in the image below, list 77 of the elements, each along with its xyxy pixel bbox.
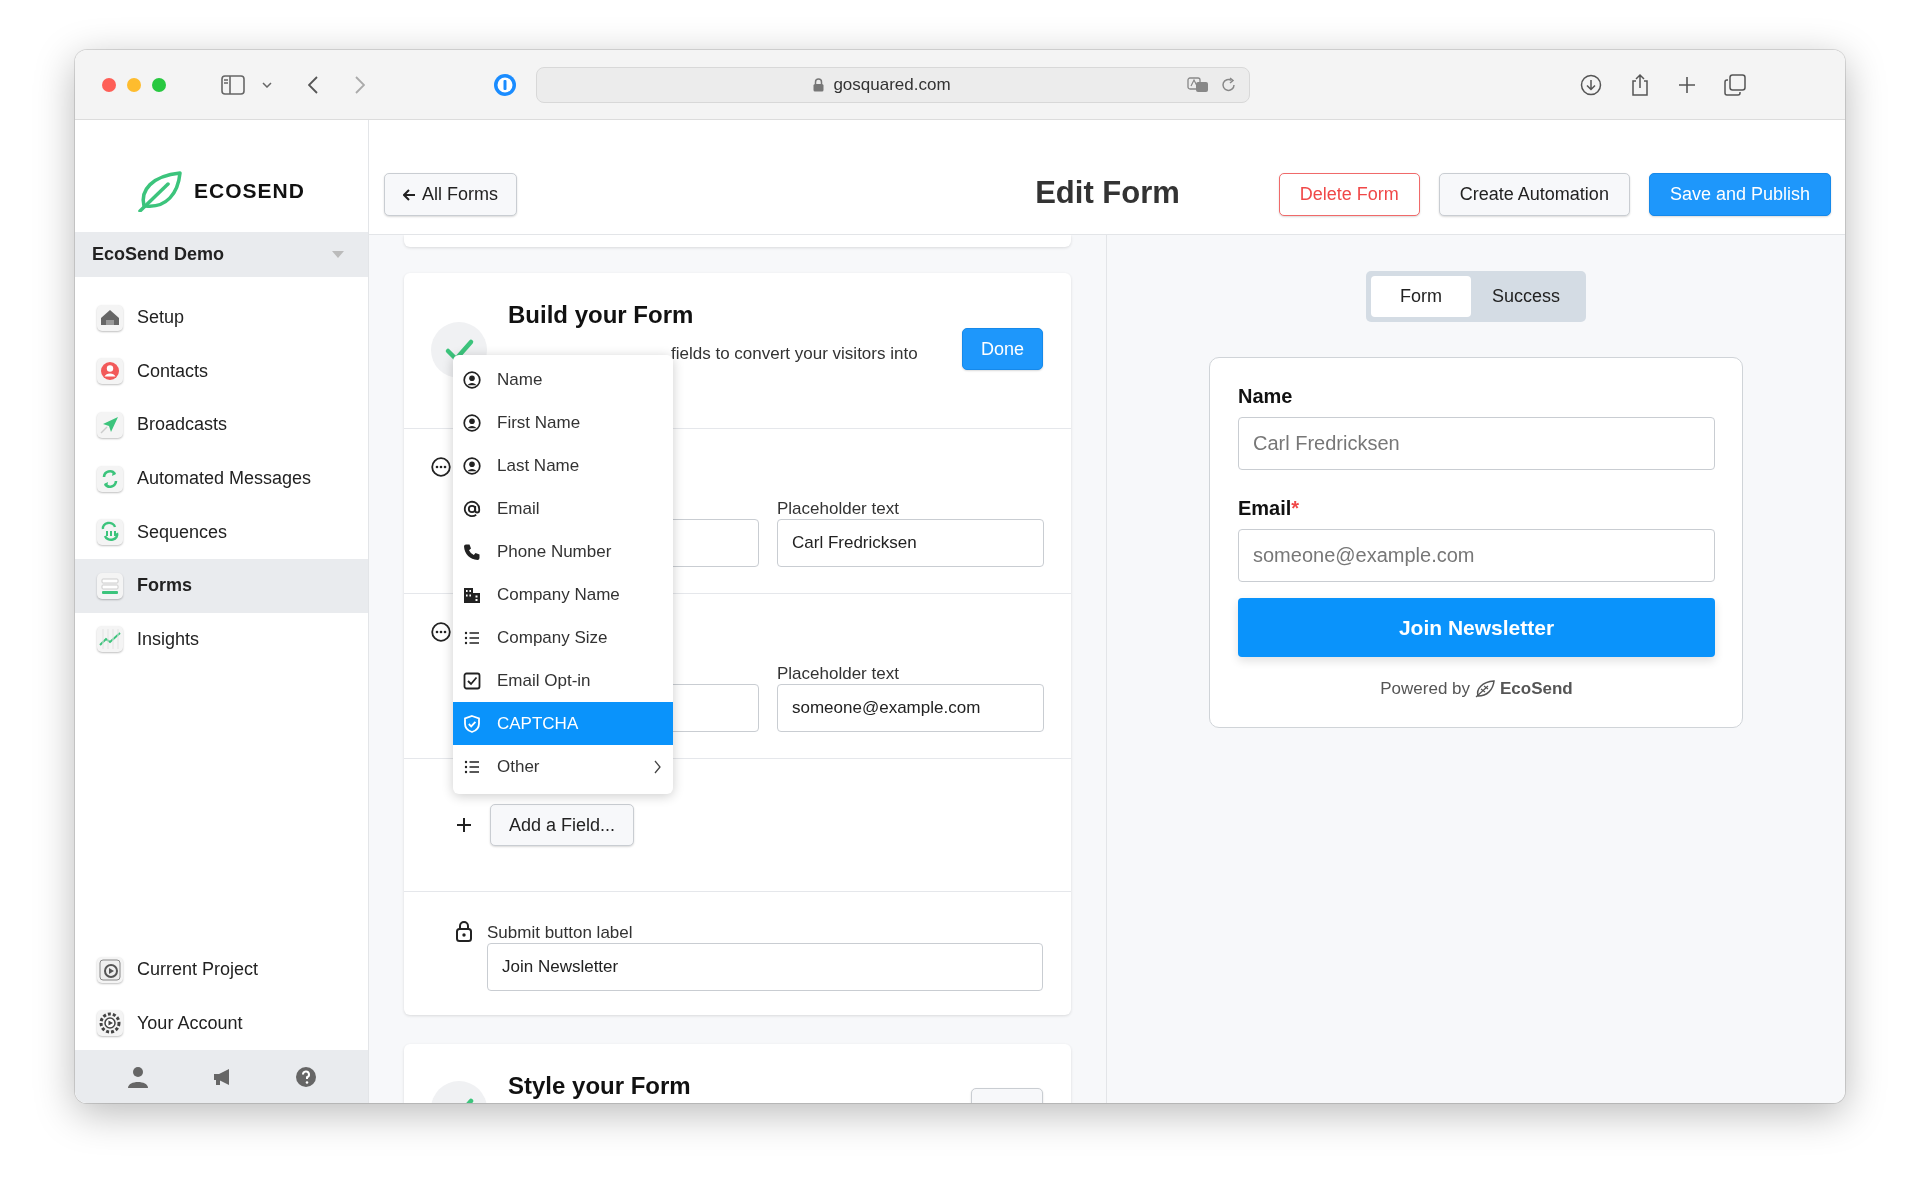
tabs-icon[interactable] xyxy=(1724,73,1746,96)
back-icon[interactable] xyxy=(308,75,318,94)
logo-wordmark: ECOSEND xyxy=(194,179,305,203)
person-icon xyxy=(463,370,481,389)
project-name: EcoSend Demo xyxy=(92,244,225,265)
sidebar-item[interactable]: Your Account xyxy=(75,996,368,1050)
menu-item[interactable]: Name xyxy=(453,358,673,401)
field-label: Placeholder text xyxy=(777,498,900,519)
input-field[interactable]: Carl Fredricksen xyxy=(1238,417,1715,470)
shield-check-icon xyxy=(463,714,481,733)
lock-icon xyxy=(456,920,472,942)
menu-item[interactable]: Email Opt-in xyxy=(453,659,673,702)
plus-icon[interactable] xyxy=(1678,75,1696,94)
add-field-button[interactable]: Add a Field... xyxy=(490,804,635,846)
sidebar-item[interactable]: Current Project xyxy=(75,942,368,997)
caret-icon xyxy=(332,251,344,258)
menu-item[interactable]: Company Name xyxy=(453,573,673,616)
at-sign-icon xyxy=(463,499,481,518)
window-control-icon[interactable] xyxy=(102,77,116,92)
chevron-down-icon[interactable] xyxy=(262,81,272,88)
sidebar-item[interactable]: Broadcasts xyxy=(75,398,368,452)
leaf-logo-icon xyxy=(138,170,183,212)
sidebar-item[interactable]: Automated Messages xyxy=(75,451,368,506)
password-manager-icon[interactable] xyxy=(493,72,517,97)
brand-name: EcoSend xyxy=(1500,679,1573,699)
section-title: Build your Form xyxy=(508,300,695,330)
feather-icon xyxy=(1475,680,1495,698)
input-field[interactable]: Join Newsletter xyxy=(487,943,1043,991)
action-button[interactable]: Delete Form xyxy=(1278,173,1420,216)
field-label: Submit button label xyxy=(487,922,634,943)
phone-icon xyxy=(463,542,481,561)
lock-icon xyxy=(813,77,825,92)
share-icon[interactable] xyxy=(1630,72,1650,97)
sidebar-item[interactable]: Contacts xyxy=(75,344,368,399)
person-icon xyxy=(463,456,481,475)
menu-item[interactable]: Company Size xyxy=(453,616,673,659)
menu-item[interactable]: Email xyxy=(453,487,673,530)
menu-item[interactable]: Other xyxy=(453,745,673,788)
powered-by-text: Powered by xyxy=(1380,679,1470,699)
field-label: Email xyxy=(1238,497,1292,519)
checkbox-icon xyxy=(463,671,481,690)
menu-item[interactable]: Phone Number xyxy=(453,530,673,573)
field-label: Placeholder text xyxy=(777,663,900,684)
action-button[interactable]: Create Automation xyxy=(1438,173,1630,216)
more-icon[interactable] xyxy=(431,457,451,477)
arrow-left-icon xyxy=(403,188,416,201)
more-icon[interactable] xyxy=(431,622,451,642)
input-field[interactable]: someone@example.com xyxy=(777,684,1044,732)
page-title: Edit Form xyxy=(1035,174,1180,211)
reload-icon[interactable] xyxy=(1221,76,1237,93)
section-description: fields to convert your visitors into xyxy=(670,344,919,364)
address-bar[interactable]: gosquared.com xyxy=(536,66,1250,103)
help-icon[interactable] xyxy=(294,1065,317,1088)
project-selector[interactable]: EcoSend Demo xyxy=(75,232,368,277)
section-title: Style your Form xyxy=(508,1071,692,1101)
tab[interactable]: Success xyxy=(1471,276,1581,317)
menu-item[interactable]: Last Name xyxy=(453,444,673,487)
building-icon xyxy=(463,585,481,604)
person-icon[interactable] xyxy=(126,1065,149,1088)
sidebar-item[interactable]: Insights xyxy=(75,612,368,667)
megaphone-icon[interactable] xyxy=(211,1067,232,1086)
sidebar-toggle-icon[interactable] xyxy=(221,74,245,95)
required-mark: * xyxy=(1291,497,1300,519)
menu-item[interactable]: First Name xyxy=(453,401,673,444)
person-icon xyxy=(463,413,481,432)
sidebar-item[interactable]: Setup xyxy=(75,291,368,345)
url-text: gosquared.com xyxy=(833,74,951,95)
field-label: Name xyxy=(1238,385,1293,407)
sidebar-item[interactable]: Forms xyxy=(75,558,368,613)
input-field[interactable]: someone@example.com xyxy=(1238,529,1715,582)
download-icon[interactable] xyxy=(1580,73,1602,96)
sidebar-item[interactable]: Sequences xyxy=(75,505,368,559)
translate-icon[interactable] xyxy=(1187,76,1209,93)
tab[interactable]: Form xyxy=(1371,276,1471,317)
all-forms-button[interactable]: All Forms xyxy=(384,173,517,216)
input-field[interactable]: Carl Fredricksen xyxy=(777,519,1044,567)
plus-icon xyxy=(457,818,471,832)
